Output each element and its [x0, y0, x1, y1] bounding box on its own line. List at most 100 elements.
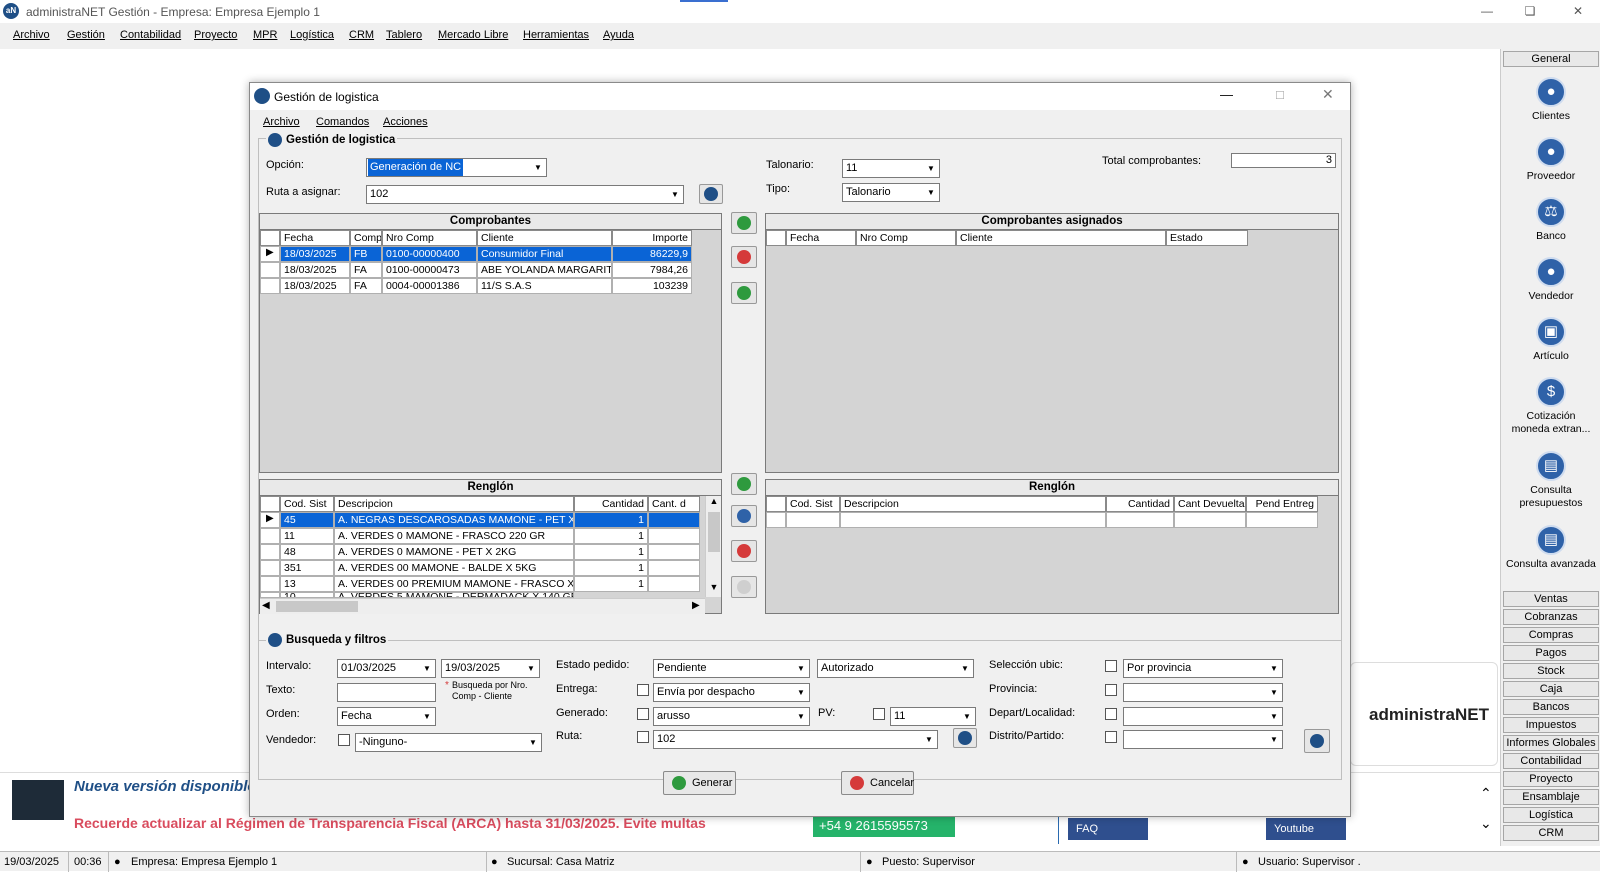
table-cell[interactable] — [648, 560, 700, 576]
horizontal-scrollbar[interactable]: ◀ ▶ — [260, 598, 705, 614]
entrega-checkbox[interactable] — [637, 684, 649, 696]
table-cell[interactable]: A. NEGRAS DESCAROSADAS MAMONE - PET X 2 — [334, 512, 574, 528]
panel-tab-compras[interactable]: Compras — [1503, 627, 1599, 643]
panel-tab-pagos[interactable]: Pagos — [1503, 645, 1599, 661]
table-cell[interactable]: 1 — [574, 512, 648, 528]
distrito-partido-checkbox[interactable] — [1105, 731, 1117, 743]
col-nro-comp[interactable]: Nro Comp — [382, 230, 477, 246]
menu-mpr[interactable]: MPR — [253, 29, 277, 41]
provincia-checkbox[interactable] — [1105, 684, 1117, 696]
dialog-minimize-icon[interactable]: — — [1220, 87, 1233, 102]
depart-localidad-checkbox[interactable] — [1105, 708, 1117, 720]
panel-tab-caja[interactable]: Caja — [1503, 681, 1599, 697]
ruta-checkbox[interactable] — [637, 731, 649, 743]
scroll-right-icon[interactable]: ▶ — [692, 600, 700, 611]
table-cell[interactable]: A. VERDES 0 MAMONE - PET X 2KG — [334, 544, 574, 560]
row-indicator[interactable] — [260, 576, 280, 592]
table-cell[interactable]: 1 — [574, 544, 648, 560]
remove-comprobante-button[interactable] — [731, 246, 757, 268]
row-indicator[interactable] — [260, 560, 280, 576]
vendedor-select[interactable]: -Ninguno- ▼ — [355, 733, 542, 752]
panel-tab-bancos[interactable]: Bancos — [1503, 699, 1599, 715]
scroll-thumb[interactable] — [708, 512, 720, 552]
table-cell[interactable]: FA — [350, 262, 382, 278]
row-indicator[interactable] — [260, 278, 280, 294]
shortcut-banco[interactable]: ⚖ Banco — [1501, 197, 1600, 243]
panel-tab-stock[interactable]: Stock — [1503, 663, 1599, 679]
table-cell[interactable]: 7984,26 — [612, 262, 692, 278]
table-cell[interactable]: FA — [350, 278, 382, 294]
col-cantidad[interactable]: Cantidad — [1106, 496, 1174, 512]
panel-tab-ventas[interactable]: Ventas — [1503, 591, 1599, 607]
table-cell[interactable] — [1174, 512, 1246, 528]
fecha-hasta-input[interactable]: 19/03/2025 ▼ — [441, 659, 540, 678]
table-cell[interactable]: Consumidor Final — [477, 246, 612, 262]
dialog-menu-comandos[interactable]: Comandos — [316, 116, 369, 128]
col-descripcion[interactable]: Descripcion — [840, 496, 1106, 512]
scroll-left-icon[interactable]: ◀ — [262, 600, 270, 611]
table-cell[interactable] — [648, 544, 700, 560]
col-fecha[interactable]: Fecha — [786, 230, 856, 246]
orden-select[interactable]: Fecha ▼ — [337, 707, 436, 726]
table-cell[interactable]: A. VERDES 0 MAMONE - FRASCO 220 GR — [334, 528, 574, 544]
texto-input[interactable] — [337, 683, 436, 702]
ruta-search-button[interactable] — [699, 184, 723, 204]
table-cell[interactable]: 18/03/2025 — [280, 278, 350, 294]
table-cell[interactable] — [840, 512, 1106, 528]
dialog-menu-acciones[interactable]: Acciones — [383, 116, 428, 128]
table-cell[interactable]: 45 — [280, 512, 334, 528]
panel-tab-informes-globales[interactable]: Informes Globales — [1503, 735, 1599, 751]
table-cell[interactable]: 13 — [280, 576, 334, 592]
table-cell[interactable]: 1 — [574, 560, 648, 576]
table-cell[interactable]: A. VERDES 00 MAMONE - BALDE X 5KG — [334, 560, 574, 576]
whatsapp-button[interactable]: +54 9 2615595573 — [813, 815, 955, 837]
panel-tab-impuestos[interactable]: Impuestos — [1503, 717, 1599, 733]
fecha-desde-input[interactable]: 01/03/2025 ▼ — [337, 659, 436, 678]
col-cliente[interactable]: Cliente — [956, 230, 1166, 246]
table-cell[interactable]: A. VERDES 00 PREMIUM MAMONE - FRASCO X 2 — [334, 576, 574, 592]
provincia-select[interactable]: ▼ — [1123, 683, 1283, 702]
panel-tab-cobranzas[interactable]: Cobranzas — [1503, 609, 1599, 625]
row-indicator[interactable] — [260, 544, 280, 560]
table-cell[interactable] — [648, 528, 700, 544]
table-cell[interactable]: 1 — [574, 576, 648, 592]
row-indicator[interactable]: ▶ — [260, 246, 280, 262]
scroll-down-icon[interactable]: ⌄ — [1480, 815, 1492, 832]
ruta-asignar-select[interactable]: 102 ▼ — [366, 185, 684, 204]
dialog-menu-archivo[interactable]: Archivo — [263, 116, 300, 128]
table-cell[interactable] — [1246, 512, 1318, 528]
generado-checkbox[interactable] — [637, 708, 649, 720]
panel-tab-proyecto[interactable]: Proyecto — [1503, 771, 1599, 787]
panel-tab-logistica[interactable]: Logística — [1503, 807, 1599, 823]
table-cell[interactable]: 103239 — [612, 278, 692, 294]
opcion-select[interactable]: Generación de NC ▼ — [366, 158, 547, 177]
table-cell[interactable]: 0100-00000400 — [382, 246, 477, 262]
col-descripcion[interactable]: Descripcion — [334, 496, 574, 512]
menu-tablero[interactable]: Tablero — [386, 29, 422, 41]
add-renglon-button[interactable] — [731, 473, 757, 495]
add-item-button[interactable] — [731, 576, 757, 598]
close-icon[interactable]: ✕ — [1563, 2, 1593, 20]
seleccion-ubic-select[interactable]: Por provincia ▼ — [1123, 659, 1283, 678]
tipo-select[interactable]: Talonario ▼ — [842, 183, 940, 202]
entrega-select[interactable]: Envía por despacho ▼ — [653, 683, 810, 702]
table-cell[interactable]: 0100-00000473 — [382, 262, 477, 278]
col-cant-devuelta[interactable]: Cant Devuelta — [1174, 496, 1246, 512]
shortcut-proveedor[interactable]: ● Proveedor — [1501, 137, 1600, 183]
estado-autorizado-select[interactable]: Autorizado ▼ — [817, 659, 974, 678]
scroll-down-icon[interactable]: ▼ — [706, 582, 722, 596]
menu-mercado-libre[interactable]: Mercado Libre — [438, 29, 508, 41]
faq-button[interactable]: FAQ — [1068, 818, 1148, 840]
menu-contabilidad[interactable]: Contabilidad — [120, 29, 181, 41]
table-cell[interactable] — [786, 512, 840, 528]
col-comp[interactable]: Comp — [350, 230, 382, 246]
apply-filters-button[interactable] — [1304, 729, 1330, 753]
scroll-thumb[interactable] — [276, 601, 358, 612]
col-cliente[interactable]: Cliente — [477, 230, 612, 246]
shortcut-consulta-presupuestos[interactable]: ▤ Consulta presupuestos — [1501, 451, 1600, 510]
shortcut-cotizacion[interactable]: $ Cotización moneda extran... — [1501, 377, 1600, 436]
estado-pedido-select[interactable]: Pendiente ▼ — [653, 659, 810, 678]
refresh-button[interactable] — [731, 282, 757, 304]
depart-localidad-select[interactable]: ▼ — [1123, 707, 1283, 726]
pv-checkbox[interactable] — [873, 708, 885, 720]
